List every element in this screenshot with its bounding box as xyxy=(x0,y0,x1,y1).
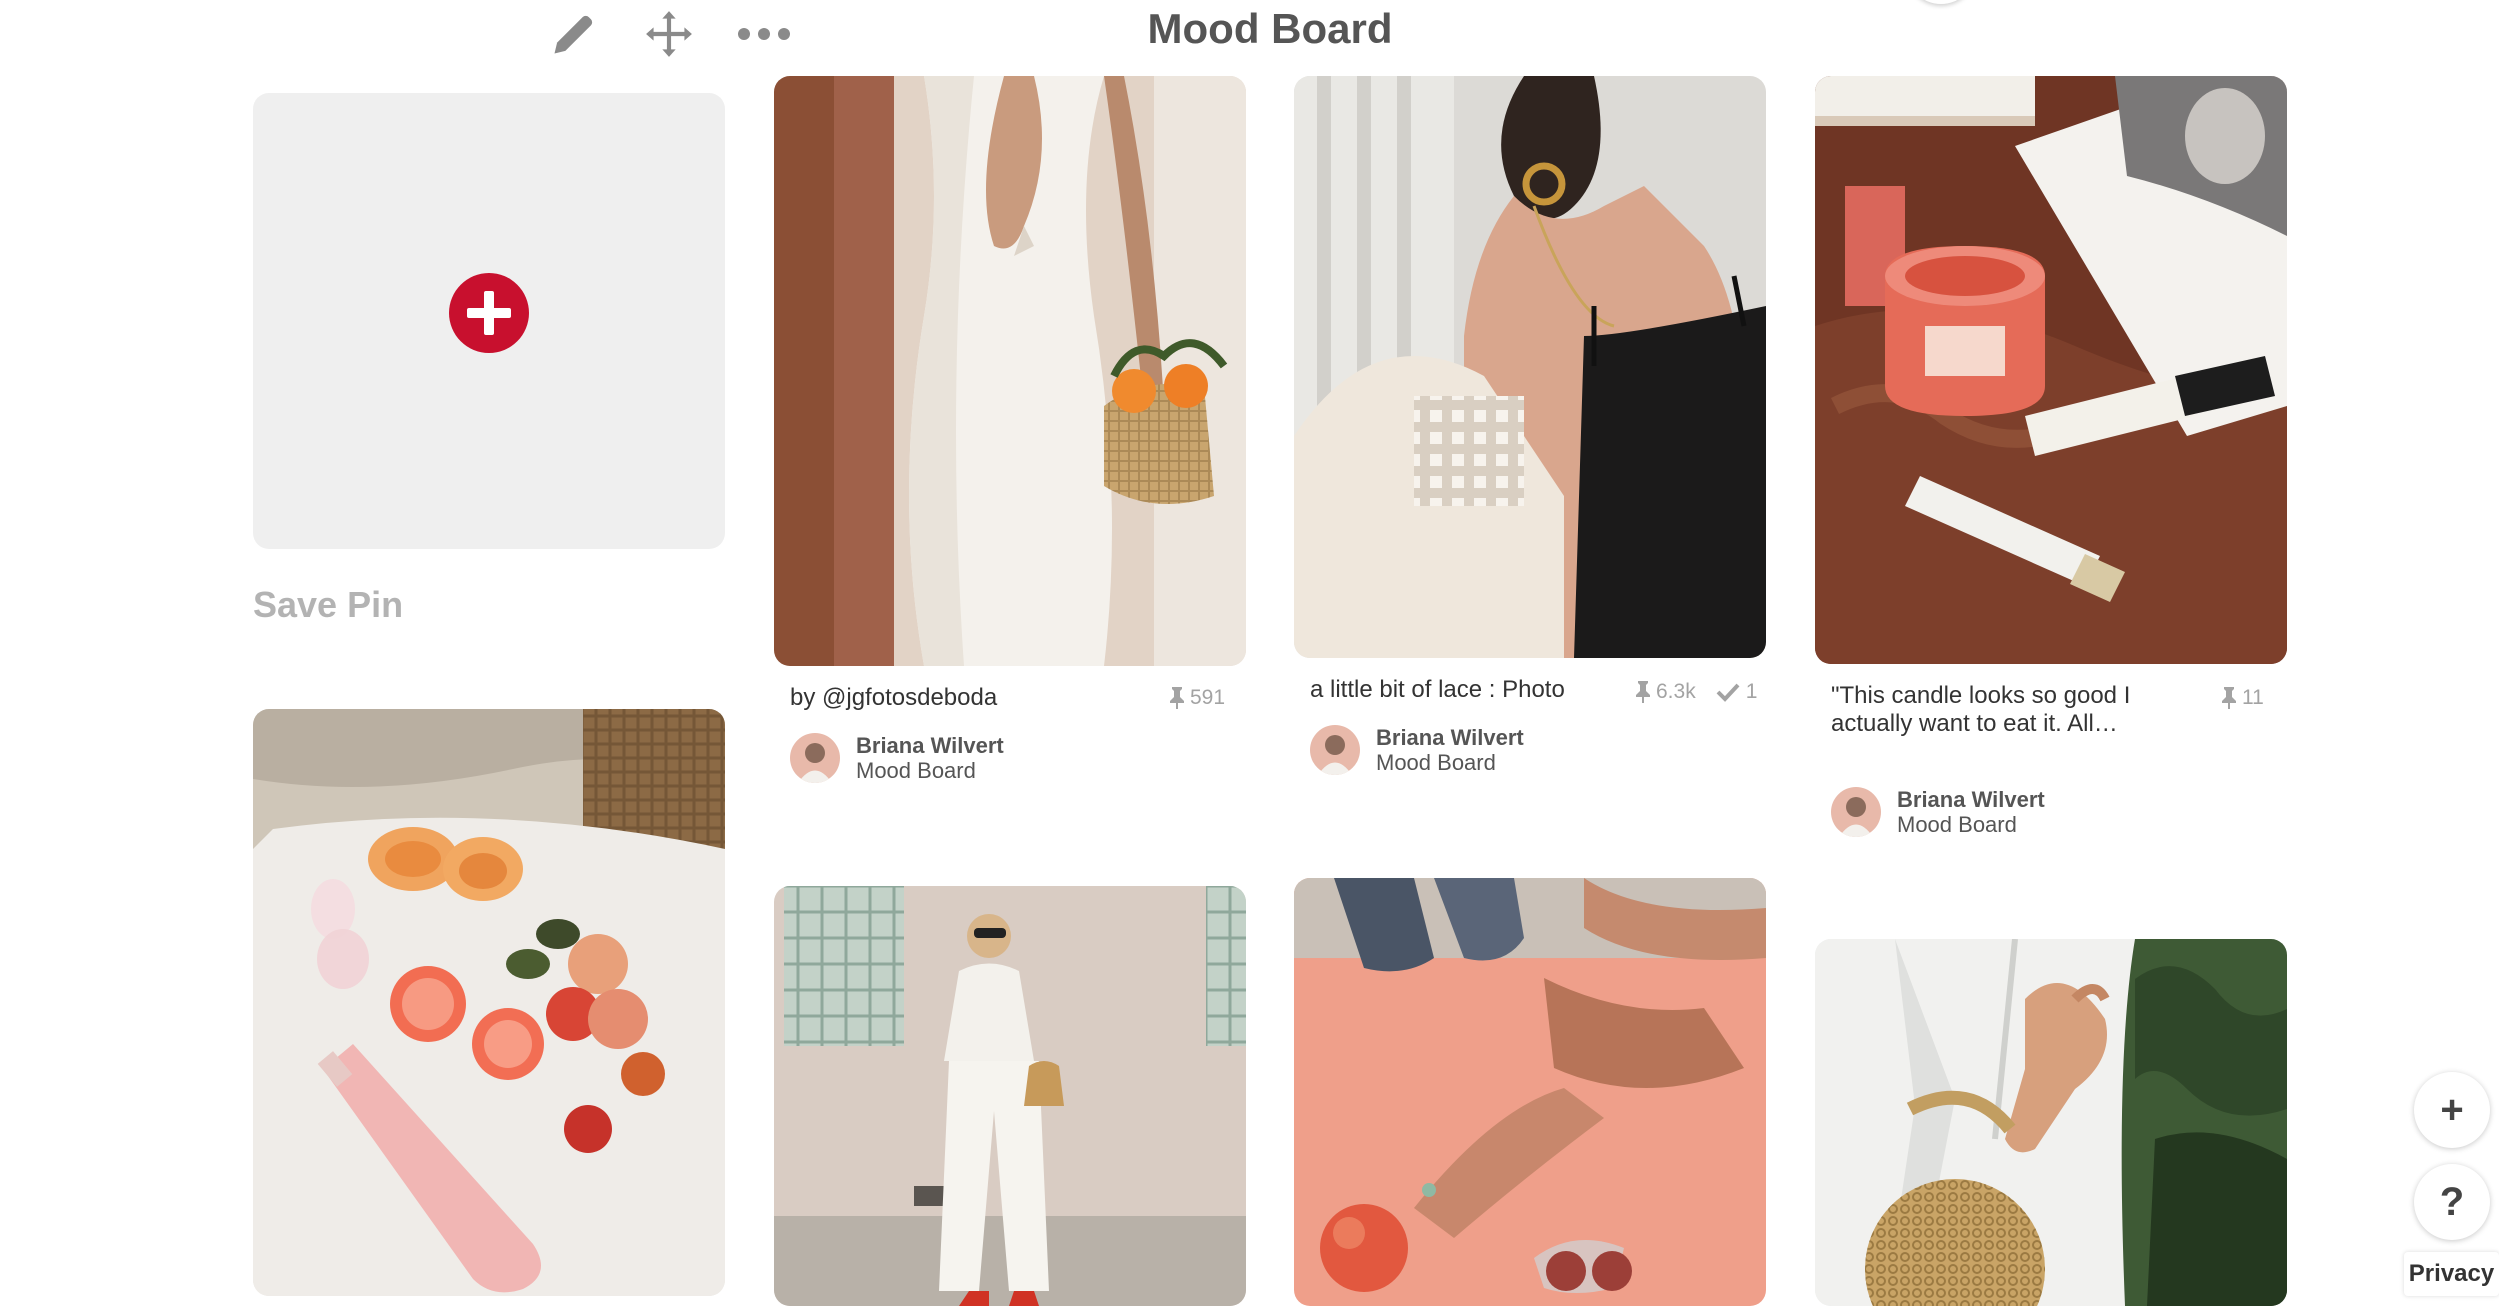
privacy-link[interactable]: Privacy xyxy=(2404,1252,2499,1296)
pin-save-count: 11 xyxy=(2222,686,2264,710)
saver-name: Briana Wilvert xyxy=(1376,725,1524,750)
check-icon xyxy=(1716,683,1740,702)
pin-description[interactable]: "This candle looks so good I actually wa… xyxy=(1831,682,2151,738)
add-pin-tile[interactable] xyxy=(253,93,725,549)
pin-attribution[interactable]: Briana Wilvert Mood Board xyxy=(1310,725,1524,775)
plus-icon xyxy=(449,273,529,353)
save-count: 11 xyxy=(2242,686,2264,709)
candle-basalt-image[interactable] xyxy=(1815,76,2287,664)
saver-name: Briana Wilvert xyxy=(1897,787,2045,812)
board-name: Mood Board xyxy=(1897,812,2017,837)
pin-attribution[interactable]: Briana Wilvert Mood Board xyxy=(790,733,1004,783)
pin-icon xyxy=(1170,687,1184,709)
board-header: Mood Board xyxy=(0,0,2499,80)
avatar xyxy=(790,733,840,783)
saver-name: Briana Wilvert xyxy=(856,733,1004,758)
pink-towel-peach-image[interactable] xyxy=(1294,878,1766,1306)
white-outfit-street-image[interactable] xyxy=(774,886,1246,1306)
avatar xyxy=(1831,787,1881,837)
avatar xyxy=(1310,725,1360,775)
save-pin-label[interactable]: Save Pin xyxy=(253,584,403,626)
pin-save-count: 591 xyxy=(1170,686,1225,710)
linen-shirt-bag-image[interactable] xyxy=(1815,939,2287,1306)
pin-description[interactable]: a little bit of lace : Photo xyxy=(1310,676,1670,704)
pencil-icon[interactable] xyxy=(544,6,604,62)
question-icon: ? xyxy=(2439,1179,2465,1224)
black-top-lace-image[interactable] xyxy=(1294,76,1766,658)
picnic-fruit-image[interactable] xyxy=(253,709,725,1296)
profile-avatar-edge[interactable] xyxy=(1906,0,1976,4)
pin-description[interactable]: by @jgfotosdeboda xyxy=(790,684,1130,712)
pin-icon xyxy=(1636,681,1650,703)
board-title: Mood Board xyxy=(1147,5,1393,52)
help-button[interactable]: ? xyxy=(2414,1164,2490,1240)
save-count: 591 xyxy=(1190,686,1226,709)
pin-stats: 6.3k 1 xyxy=(1636,680,1757,704)
move-icon[interactable] xyxy=(639,6,699,62)
tried-count: 1 xyxy=(1745,680,1758,703)
board-name: Mood Board xyxy=(1376,750,1496,775)
plus-icon: + xyxy=(2440,1087,2464,1132)
pin-icon xyxy=(2222,687,2236,709)
white-dress-basket-image[interactable] xyxy=(774,76,1246,666)
add-button[interactable]: + xyxy=(2414,1072,2490,1148)
board-name: Mood Board xyxy=(856,758,976,783)
save-count: 6.3k xyxy=(1656,680,1696,703)
pin-attribution[interactable]: Briana Wilvert Mood Board xyxy=(1831,787,2045,837)
more-icon[interactable] xyxy=(734,6,794,62)
